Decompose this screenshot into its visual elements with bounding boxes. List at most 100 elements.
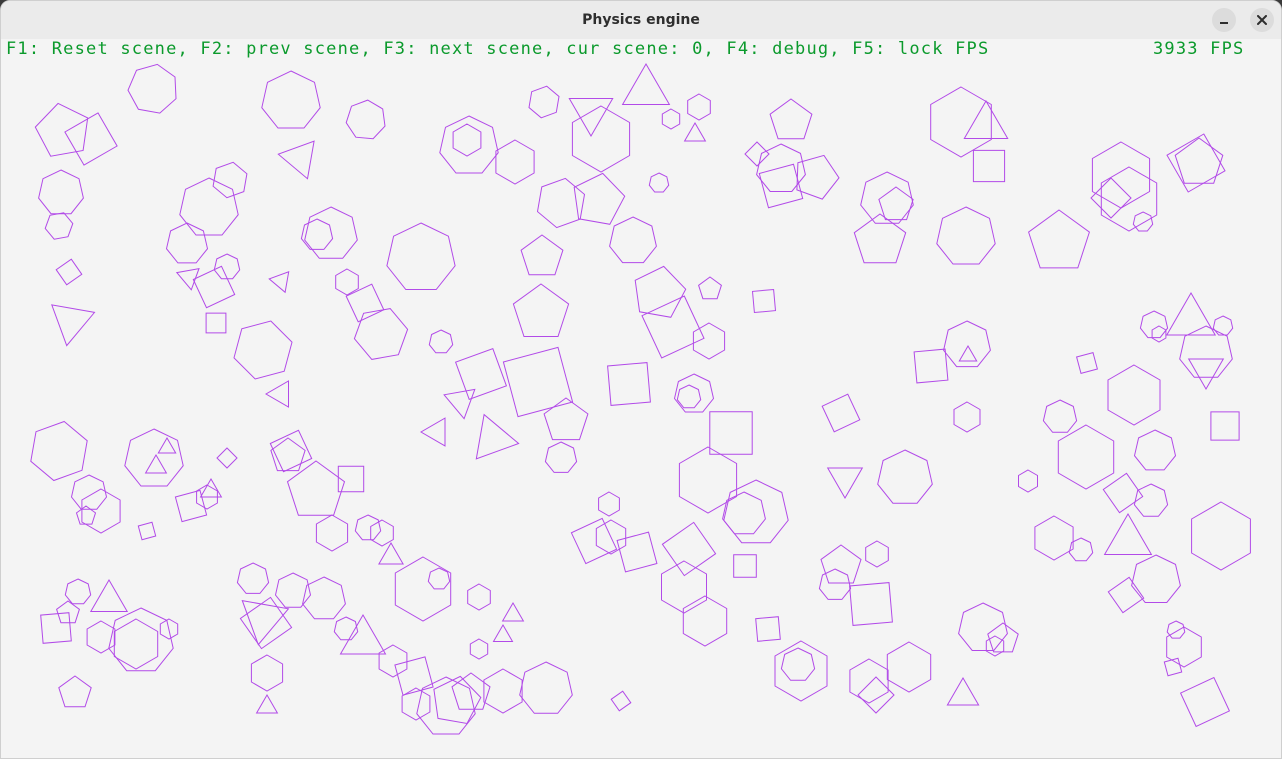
rigid-body-shape [683,122,707,142]
rigid-body-shape [137,521,157,541]
rigid-body-shape [483,668,523,714]
rigid-body-shape [609,216,657,264]
rigid-body-shape [853,213,907,264]
rigid-body-shape [233,320,293,380]
rigid-body-shape [38,169,84,215]
rigid-body-shape [113,618,159,670]
rigid-body-shape [936,206,996,265]
rigid-body-shape [621,63,671,105]
rigid-body-shape [1103,513,1153,555]
rigid-body-shape [568,98,614,137]
rigid-body-shape [755,616,781,642]
rigid-body-shape [255,694,279,714]
rigid-body-shape [682,595,728,647]
scene-shapes [30,63,1251,735]
rigid-body-shape [1107,576,1145,614]
rigid-body-shape [475,413,520,460]
rigid-body-shape [818,568,852,600]
minimize-icon [1220,22,1228,24]
rigid-body-shape [270,437,306,472]
rigid-body-shape [420,417,446,447]
rigid-body-shape [972,149,1006,183]
rigid-body-shape [416,676,476,735]
rigid-body-shape [598,491,620,517]
rigid-body-shape [709,411,753,455]
rigid-body-shape [144,454,168,474]
rigid-body-shape [353,308,409,360]
rigid-body-shape [339,613,387,655]
rigid-body-shape [953,401,981,433]
rigid-body-shape [199,478,223,498]
rigid-body-shape [573,172,626,225]
rigid-body-shape [439,115,499,174]
rigid-body-shape [58,675,92,708]
rigid-body-shape [769,98,813,140]
rigid-body-shape [1042,399,1078,433]
minimize-button[interactable] [1212,8,1236,32]
rigid-body-shape [179,177,239,236]
rigid-body-shape [386,222,456,290]
rigid-body-shape [1174,137,1224,184]
rigid-body-shape [335,268,359,296]
rigid-body-shape [865,540,889,568]
rigid-body-shape [930,86,992,158]
window-title: Physics engine [582,12,700,28]
rigid-body-shape [1166,620,1186,639]
rigid-body-shape [661,521,717,577]
rigid-body-shape [1133,483,1169,517]
rigid-body-shape [616,531,658,573]
fps-counter: 3933 FPS [1153,39,1245,59]
rigid-body-shape [269,429,313,473]
rigid-body-shape [81,488,121,534]
rigid-body-shape [544,441,578,473]
rigid-body-shape [261,70,321,129]
rigid-body-shape [963,100,1009,139]
rigid-body-shape [315,514,349,552]
rigid-body-shape [1018,469,1038,493]
rigid-body-shape [1100,166,1158,232]
rigid-body-shape [913,348,949,384]
rigid-body-shape [241,599,290,646]
rigid-body-shape [570,517,618,565]
rigid-body-shape [1210,411,1240,441]
rigid-body-shape [821,393,861,433]
rigid-body-shape [495,139,535,185]
controls-help-text: F1: Reset scene, F2: prev scene, F3: nex… [6,39,990,59]
rigid-body-shape [428,329,454,354]
rigid-body-shape [1131,554,1181,603]
close-button[interactable] [1250,8,1274,32]
rigid-body-shape [345,283,385,323]
rigid-body-shape [648,172,670,193]
rigid-body-shape [820,544,862,584]
rigid-body-shape [56,600,80,624]
rigid-body-shape [1057,424,1115,490]
rigid-body-shape [213,253,241,280]
rigid-body-shape [277,140,315,180]
rigid-body-shape [469,638,489,660]
simulation-canvas[interactable]: F1: Reset scene, F2: prev scene, F3: nex… [1,39,1281,758]
rigid-body-shape [1151,325,1167,343]
rigid-body-shape [165,222,209,264]
rigid-body-shape [528,85,560,119]
rigid-body-shape [860,171,914,224]
rigid-body-shape [687,93,711,121]
rigid-body-shape [826,467,864,500]
rigid-body-shape [108,607,174,672]
rigid-body-shape [520,234,564,276]
rigid-body-shape [985,635,1005,657]
rigid-body-shape [44,212,74,240]
rigid-body-shape [443,388,476,420]
rigid-body-shape [86,620,116,654]
rigid-body-shape [610,690,632,712]
rigid-body-shape [286,460,346,516]
rigid-body-shape [849,658,889,704]
rigid-body-shape [192,265,236,309]
app-window: Physics engine F1: Reset scene, F2: prev… [0,0,1282,759]
rigid-body-shape [661,108,681,130]
rigid-body-shape [467,583,491,611]
rigid-body-shape [34,102,89,157]
rigid-body-shape [1191,501,1251,571]
rigid-body-shape [634,265,687,318]
title-bar[interactable]: Physics engine [1,1,1281,40]
rigid-body-shape [571,105,631,173]
